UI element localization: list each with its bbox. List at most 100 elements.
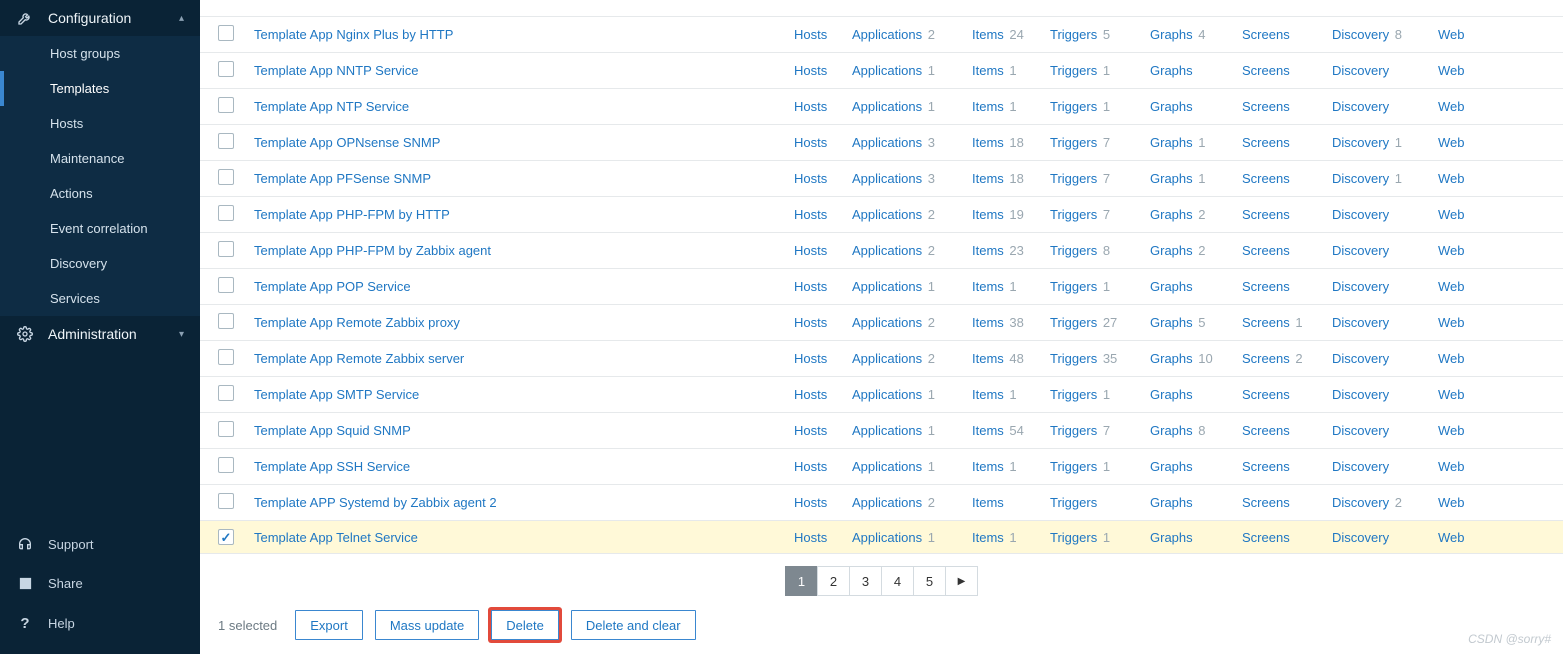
graphs-link[interactable]: Graphs — [1150, 243, 1193, 258]
hosts-link[interactable]: Hosts — [794, 315, 827, 330]
web-link[interactable]: Web — [1438, 423, 1465, 438]
discovery-link[interactable]: Discovery — [1332, 495, 1389, 510]
hosts-link[interactable]: Hosts — [794, 63, 827, 78]
row-checkbox[interactable] — [218, 529, 234, 545]
screens-link[interactable]: Screens — [1242, 315, 1290, 330]
discovery-link[interactable]: Discovery — [1332, 315, 1389, 330]
graphs-link[interactable]: Graphs — [1150, 207, 1193, 222]
screens-link[interactable]: Screens — [1242, 171, 1290, 186]
page-next[interactable]: ▶ — [945, 566, 978, 596]
applications-link[interactable]: Applications — [852, 207, 922, 222]
screens-link[interactable]: Screens — [1242, 135, 1290, 150]
triggers-link[interactable]: Triggers — [1050, 387, 1097, 402]
template-name-link[interactable]: Template App Squid SNMP — [254, 423, 411, 438]
screens-link[interactable]: Screens — [1242, 63, 1290, 78]
discovery-link[interactable]: Discovery — [1332, 243, 1389, 258]
hosts-link[interactable]: Hosts — [794, 423, 827, 438]
footer-link-help[interactable]: ? Help — [0, 603, 200, 644]
web-link[interactable]: Web — [1438, 495, 1465, 510]
triggers-link[interactable]: Triggers — [1050, 27, 1097, 42]
page-2[interactable]: 2 — [817, 566, 850, 596]
applications-link[interactable]: Applications — [852, 99, 922, 114]
row-checkbox[interactable] — [218, 277, 234, 293]
discovery-link[interactable]: Discovery — [1332, 423, 1389, 438]
triggers-link[interactable]: Triggers — [1050, 279, 1097, 294]
discovery-link[interactable]: Discovery — [1332, 63, 1389, 78]
discovery-link[interactable]: Discovery — [1332, 99, 1389, 114]
discovery-link[interactable]: Discovery — [1332, 135, 1389, 150]
items-link[interactable]: Items — [972, 279, 1004, 294]
triggers-link[interactable]: Triggers — [1050, 351, 1097, 366]
triggers-link[interactable]: Triggers — [1050, 423, 1097, 438]
triggers-link[interactable]: Triggers — [1050, 99, 1097, 114]
discovery-link[interactable]: Discovery — [1332, 207, 1389, 222]
sidebar-item-event-correlation[interactable]: Event correlation — [0, 211, 200, 246]
template-name-link[interactable]: Template APP Systemd by Zabbix agent 2 — [254, 495, 497, 510]
applications-link[interactable]: Applications — [852, 530, 922, 545]
discovery-link[interactable]: Discovery — [1332, 530, 1389, 545]
delete-button[interactable]: Delete — [491, 610, 559, 640]
discovery-link[interactable]: Discovery — [1332, 387, 1389, 402]
web-link[interactable]: Web — [1438, 315, 1465, 330]
graphs-link[interactable]: Graphs — [1150, 171, 1193, 186]
applications-link[interactable]: Applications — [852, 495, 922, 510]
items-link[interactable]: Items — [972, 243, 1004, 258]
items-link[interactable]: Items — [972, 99, 1004, 114]
row-checkbox[interactable] — [218, 349, 234, 365]
applications-link[interactable]: Applications — [852, 171, 922, 186]
row-checkbox[interactable] — [218, 25, 234, 41]
discovery-link[interactable]: Discovery — [1332, 351, 1389, 366]
footer-link-support[interactable]: Support — [0, 524, 200, 564]
triggers-link[interactable]: Triggers — [1050, 63, 1097, 78]
page-3[interactable]: 3 — [849, 566, 882, 596]
web-link[interactable]: Web — [1438, 459, 1465, 474]
row-checkbox[interactable] — [218, 169, 234, 185]
applications-link[interactable]: Applications — [852, 135, 922, 150]
delete-and-clear-button[interactable]: Delete and clear — [571, 610, 696, 640]
graphs-link[interactable]: Graphs — [1150, 63, 1193, 78]
items-link[interactable]: Items — [972, 135, 1004, 150]
triggers-link[interactable]: Triggers — [1050, 315, 1097, 330]
row-checkbox[interactable] — [218, 61, 234, 77]
graphs-link[interactable]: Graphs — [1150, 279, 1193, 294]
items-link[interactable]: Items — [972, 63, 1004, 78]
page-4[interactable]: 4 — [881, 566, 914, 596]
graphs-link[interactable]: Graphs — [1150, 315, 1193, 330]
items-link[interactable]: Items — [972, 171, 1004, 186]
web-link[interactable]: Web — [1438, 27, 1465, 42]
page-1[interactable]: 1 — [785, 566, 818, 596]
screens-link[interactable]: Screens — [1242, 279, 1290, 294]
discovery-link[interactable]: Discovery — [1332, 171, 1389, 186]
row-checkbox[interactable] — [218, 133, 234, 149]
template-name-link[interactable]: Template App SMTP Service — [254, 387, 419, 402]
items-link[interactable]: Items — [972, 207, 1004, 222]
screens-link[interactable]: Screens — [1242, 423, 1290, 438]
web-link[interactable]: Web — [1438, 171, 1465, 186]
hosts-link[interactable]: Hosts — [794, 99, 827, 114]
row-checkbox[interactable] — [218, 313, 234, 329]
hosts-link[interactable]: Hosts — [794, 279, 827, 294]
applications-link[interactable]: Applications — [852, 459, 922, 474]
applications-link[interactable]: Applications — [852, 423, 922, 438]
footer-link-share[interactable]: Share — [0, 564, 200, 603]
applications-link[interactable]: Applications — [852, 63, 922, 78]
hosts-link[interactable]: Hosts — [794, 459, 827, 474]
template-name-link[interactable]: Template App SSH Service — [254, 459, 410, 474]
hosts-link[interactable]: Hosts — [794, 171, 827, 186]
screens-link[interactable]: Screens — [1242, 530, 1290, 545]
page-5[interactable]: 5 — [913, 566, 946, 596]
applications-link[interactable]: Applications — [852, 279, 922, 294]
template-name-link[interactable]: Template App PFSense SNMP — [254, 171, 431, 186]
triggers-link[interactable]: Triggers — [1050, 243, 1097, 258]
triggers-link[interactable]: Triggers — [1050, 530, 1097, 545]
triggers-link[interactable]: Triggers — [1050, 495, 1097, 510]
screens-link[interactable]: Screens — [1242, 351, 1290, 366]
row-checkbox[interactable] — [218, 457, 234, 473]
graphs-link[interactable]: Graphs — [1150, 27, 1193, 42]
screens-link[interactable]: Screens — [1242, 207, 1290, 222]
sidebar-item-hosts[interactable]: Hosts — [0, 106, 200, 141]
web-link[interactable]: Web — [1438, 99, 1465, 114]
mass-update-button[interactable]: Mass update — [375, 610, 479, 640]
hosts-link[interactable]: Hosts — [794, 243, 827, 258]
discovery-link[interactable]: Discovery — [1332, 279, 1389, 294]
